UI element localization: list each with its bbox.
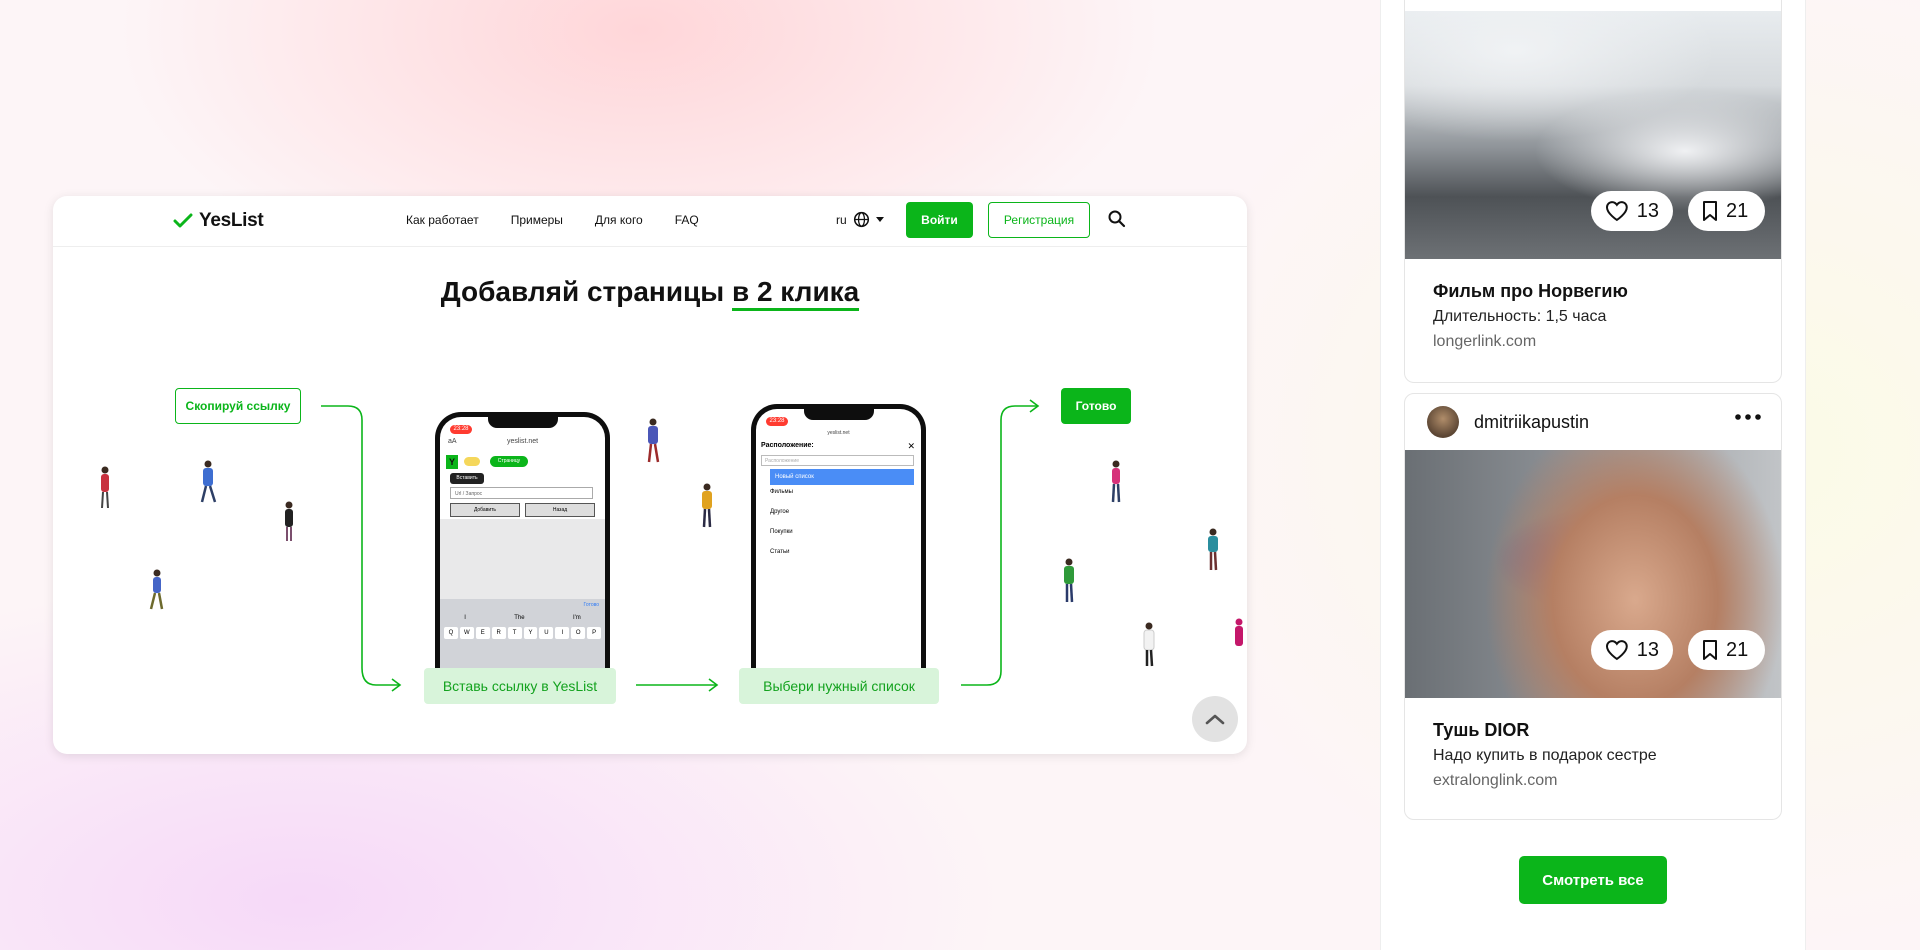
phone-suggestion: I'm [572,615,581,621]
phone-add-button: Добавить [450,503,520,517]
phone-notch [803,409,874,420]
phone-list-item-label: Другое [770,509,790,515]
post-card[interactable]: dmitriikapustin 13 21 Тушь DIOR Надо куп… [1404,393,1782,820]
post-link[interactable]: extralonglink.com [1433,772,1753,790]
flow-arrows [101,399,1243,692]
phone-list-item-label: Фильмы [770,489,793,495]
post-image[interactable]: 13 21 [1405,11,1781,259]
like-count: 13 [1636,638,1659,661]
avatar[interactable] [1427,406,1459,438]
phone-key: P [587,627,602,639]
phone-key: T [507,627,522,639]
post-title[interactable]: Фильм про Норвегию [1433,281,1753,302]
phone-time: 23:28 [766,417,788,426]
step-done: Готово [1061,388,1131,424]
phone-location-header: Расположение: [761,442,814,449]
phone-toggle [464,457,480,466]
bookmark-icon [1703,201,1717,221]
step-paste-link: Вставь ссылку в YesList [424,668,616,704]
phone-key: I [555,627,570,639]
phone-url: yeslist.net [506,438,539,445]
post-title[interactable]: Тушь DIOR [1433,720,1753,741]
phone-notch [487,417,558,428]
phone-mockup-paste: 23:28 аА yeslist.net Y Страницу Вставить… [435,412,610,677]
step-copy-link: Скопируй ссылку [175,388,301,424]
phone-keyboard-toolbar: Готово [440,599,605,611]
post-head-partial [1405,0,1781,11]
post-description: Длительность: 1,5 часа [1433,308,1607,325]
post-description: Надо купить в подарок сестре [1433,747,1657,764]
phone-key-row: Q W E R T Y U I O P [440,621,605,639]
post-header: dmitriikapustin [1405,394,1781,450]
save-count: 21 [1726,199,1749,222]
phone-back-button: Назад [525,503,595,517]
like-count: 13 [1636,199,1659,222]
heart-icon [1605,201,1628,222]
post-username[interactable]: dmitriikapustin [1474,412,1589,433]
phone-list-item: Статьи [770,549,789,555]
phone-key: Q [444,627,458,639]
phone-close-icon: ✕ [907,441,915,451]
phone-paste-tooltip: Вставить [450,473,484,484]
like-button[interactable]: 13 [1591,630,1673,670]
post-link[interactable]: longerlink.com [1433,333,1753,351]
phone-list-item: Покупки [770,529,793,535]
more-options-icon[interactable] [1735,414,1761,420]
post-body: Тушь DIOR Надо купить в подарок сестре e… [1405,698,1781,790]
phone-key: U [539,627,554,639]
phone-list-item: Другое [770,509,789,515]
like-button[interactable]: 13 [1591,191,1673,231]
view-all-button[interactable]: Смотреть все [1519,856,1667,904]
save-count: 21 [1726,638,1749,661]
post-body: Фильм про Норвегию Длительность: 1,5 час… [1405,259,1781,351]
phone-key: E [475,627,490,639]
yeslist-site-card: YesList Как работает Примеры Для кого FA… [53,196,1247,754]
phone-app-logo: Y [446,455,458,469]
phone-suggestion: The [514,615,525,621]
phone-suggestions: I The I'm [440,611,605,621]
phone-suggestion: I [464,615,466,621]
phone-mockup-choose-list: 23:28 yeslist.net Расположение: ✕ Распол… [751,404,926,677]
post-image[interactable]: 13 21 [1405,450,1781,698]
phone-list-item-label: Статьи [770,549,790,555]
phone-location-search: Расположение [761,455,914,466]
phone-url-input: Url / Запрос [450,487,593,499]
phone-key: R [491,627,506,639]
phone-text-size: аА [448,438,457,445]
phone-mode-toggle: Страницу [490,456,528,467]
heart-icon [1605,640,1628,661]
scroll-to-top-button[interactable] [1192,696,1238,742]
phone-key: O [571,627,586,639]
people-illustrations [101,418,1243,667]
phone-list-item: Фильмы [770,489,793,495]
phone-key: Y [523,627,538,639]
bookmark-icon [1703,640,1717,660]
phone-list-item-label: Покупки [770,529,793,535]
phone-key: W [459,627,474,639]
save-button[interactable]: 21 [1688,630,1765,670]
save-button[interactable]: 21 [1688,191,1765,231]
phone-url: yeslist.net [827,430,850,436]
phone-url-bar: аА yeslist.net [440,438,605,451]
links-feed: 13 21 Фильм про Норвегию Длительность: 1… [1380,0,1806,950]
step-choose-list: Выбери нужный список [739,668,939,704]
phone-time: 23:28 [450,425,472,434]
chevron-up-icon [1205,714,1225,725]
post-card[interactable]: 13 21 Фильм про Норвегию Длительность: 1… [1404,0,1782,383]
phone-page-area [440,519,605,599]
phone-new-list-option: Новый список [770,469,914,485]
phone-done-label: Готово [583,602,599,608]
